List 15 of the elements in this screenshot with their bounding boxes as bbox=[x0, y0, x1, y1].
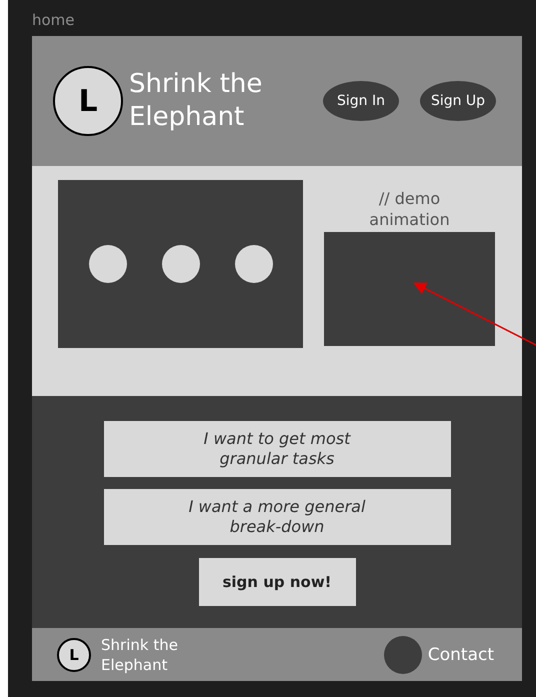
option-button[interactable]: I want to get most granular tasks bbox=[104, 421, 450, 477]
dot-icon bbox=[162, 245, 200, 283]
option-button[interactable]: I want a more general break-down bbox=[104, 489, 450, 545]
auth-button[interactable]: Sign Up bbox=[420, 81, 496, 121]
demo-label: // demo animation bbox=[368, 188, 451, 231]
site-title: Shrink the Elephant bbox=[129, 68, 264, 134]
dot-icon bbox=[234, 245, 272, 283]
contact-icon bbox=[384, 636, 422, 674]
logo: L bbox=[57, 638, 91, 672]
logo: L bbox=[53, 66, 123, 136]
signup-button[interactable]: sign up now! bbox=[198, 558, 356, 606]
frame-label: home bbox=[32, 11, 75, 31]
auth-button[interactable]: Sign In bbox=[323, 81, 399, 121]
dot-icon bbox=[88, 245, 126, 283]
footer-title: Shrink the Elephant bbox=[101, 634, 179, 674]
